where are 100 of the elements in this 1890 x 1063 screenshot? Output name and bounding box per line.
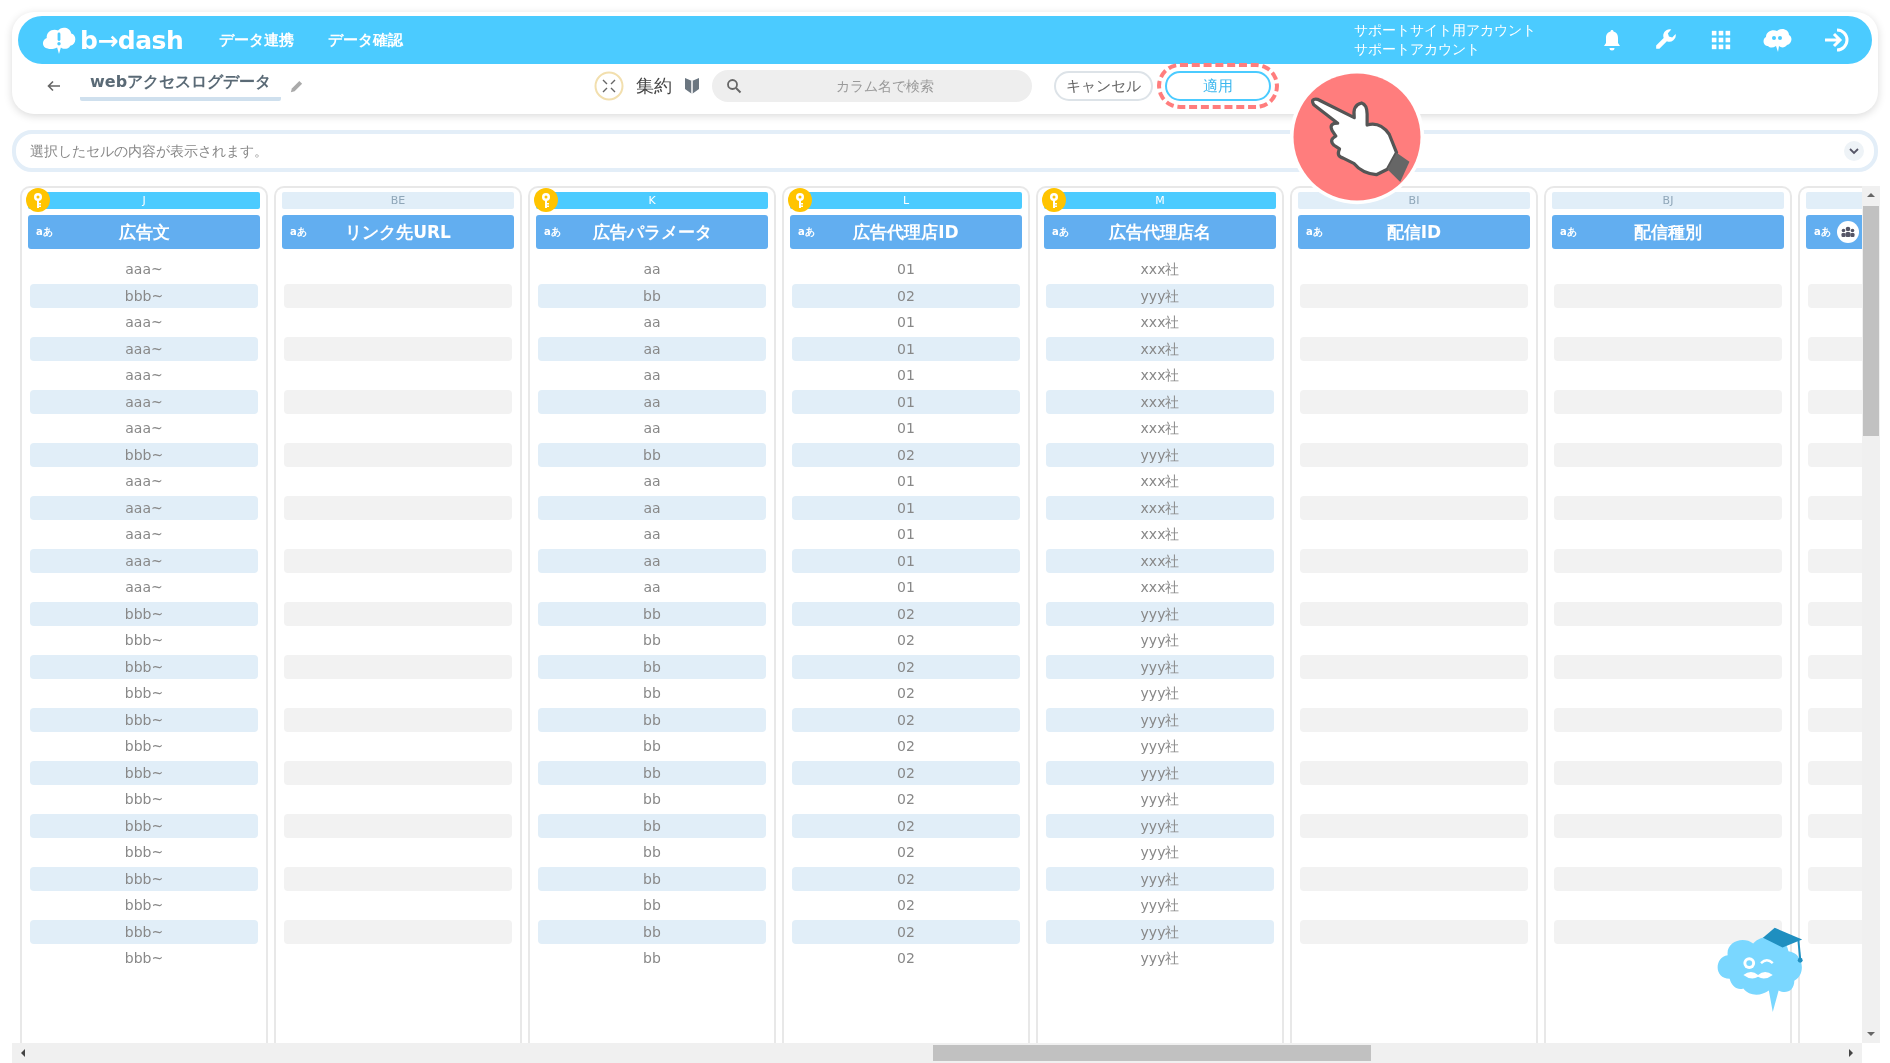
table-cell[interactable]: bbb~ xyxy=(30,601,258,626)
table-cell[interactable]: 02 xyxy=(792,866,1020,891)
table-cell[interactable]: bbb~ xyxy=(30,628,258,653)
table-cell[interactable]: yyy社 xyxy=(1046,681,1274,706)
table-cell[interactable]: 01 xyxy=(792,469,1020,494)
table-cell[interactable]: yyy社 xyxy=(1046,893,1274,918)
table-cell[interactable]: bb xyxy=(538,681,766,706)
table-cell[interactable]: aa xyxy=(538,548,766,573)
pencil-icon[interactable] xyxy=(289,78,305,94)
column-header[interactable]: aあ 広告代理店ID xyxy=(790,215,1022,249)
table-cell[interactable]: aaa~ xyxy=(30,495,258,520)
search-field[interactable]: カラム名で検索 xyxy=(712,70,1033,102)
table-cell[interactable]: 02 xyxy=(792,654,1020,679)
nav-link[interactable]: データ確認 xyxy=(328,30,404,50)
table-cell[interactable]: bbb~ xyxy=(30,866,258,891)
table-cell[interactable]: bbb~ xyxy=(30,840,258,865)
table-cell[interactable]: bbb~ xyxy=(30,760,258,785)
table-cell[interactable]: aa xyxy=(538,495,766,520)
table-cell[interactable]: bb xyxy=(538,893,766,918)
table-cell[interactable]: 02 xyxy=(792,760,1020,785)
table-cell[interactable]: bbb~ xyxy=(30,813,258,838)
table-cell[interactable]: bbb~ xyxy=(30,681,258,706)
table-cell[interactable]: aaa~ xyxy=(30,336,258,361)
table-cell[interactable]: 02 xyxy=(792,442,1020,467)
table-cell[interactable]: bb xyxy=(538,946,766,971)
table-cell[interactable]: bbb~ xyxy=(30,283,258,308)
nav-link[interactable]: データ連携 xyxy=(219,30,295,50)
table-cell[interactable]: aa xyxy=(538,575,766,600)
aggregate-label[interactable]: 集約 xyxy=(636,74,673,98)
table-cell[interactable]: bbb~ xyxy=(30,787,258,812)
table-cell[interactable]: aaa~ xyxy=(30,575,258,600)
table-cell[interactable]: aa xyxy=(538,469,766,494)
table-cell[interactable]: aa xyxy=(538,363,766,388)
table-cell[interactable]: aaa~ xyxy=(30,257,258,282)
scroll-up-icon[interactable] xyxy=(1866,190,1876,200)
table-cell[interactable]: xxx社 xyxy=(1046,469,1274,494)
table-cell[interactable]: xxx社 xyxy=(1046,522,1274,547)
table-cell[interactable]: xxx社 xyxy=(1046,336,1274,361)
table-cell[interactable]: 01 xyxy=(792,310,1020,335)
table-cell[interactable]: yyy社 xyxy=(1046,283,1274,308)
apps-grid-icon[interactable] xyxy=(1710,29,1732,51)
table-cell[interactable]: bb xyxy=(538,787,766,812)
table-cell[interactable]: xxx社 xyxy=(1046,495,1274,520)
column-letter-bar[interactable]: BJ xyxy=(1552,192,1784,209)
table-cell[interactable]: 02 xyxy=(792,707,1020,732)
scrollbar-thumb[interactable] xyxy=(1863,206,1879,436)
column-header[interactable]: aあ 広告代理店名 xyxy=(1044,215,1276,249)
table-cell[interactable]: 02 xyxy=(792,601,1020,626)
table-cell[interactable]: aaa~ xyxy=(30,363,258,388)
scroll-right-icon[interactable] xyxy=(1846,1048,1856,1059)
table-cell[interactable]: yyy社 xyxy=(1046,919,1274,944)
table-cell[interactable]: 01 xyxy=(792,257,1020,282)
table-cell[interactable]: 01 xyxy=(792,416,1020,441)
table-cell[interactable]: bb xyxy=(538,760,766,785)
data-title[interactable]: webアクセスログデータ xyxy=(80,71,282,101)
table-cell[interactable]: 02 xyxy=(792,919,1020,944)
table-cell[interactable]: yyy社 xyxy=(1046,760,1274,785)
table-cell[interactable]: aa xyxy=(538,336,766,361)
table-cell[interactable]: xxx社 xyxy=(1046,575,1274,600)
table-cell[interactable]: 02 xyxy=(792,893,1020,918)
table-cell[interactable]: bbb~ xyxy=(30,442,258,467)
cancel-button[interactable]: キャンセル xyxy=(1054,71,1154,101)
table-cell[interactable]: yyy社 xyxy=(1046,601,1274,626)
table-cell[interactable]: xxx社 xyxy=(1046,257,1274,282)
table-cell[interactable]: bb xyxy=(538,283,766,308)
column-header[interactable]: aあ リンク先URL xyxy=(282,215,514,249)
table-cell[interactable]: 02 xyxy=(792,283,1020,308)
table-cell[interactable]: bb xyxy=(538,813,766,838)
table-cell[interactable]: bb xyxy=(538,442,766,467)
table-cell[interactable]: 01 xyxy=(792,389,1020,414)
table-cell[interactable]: aaa~ xyxy=(30,522,258,547)
scrollbar-thumb[interactable] xyxy=(933,1045,1371,1062)
table-cell[interactable]: 02 xyxy=(792,628,1020,653)
table-cell[interactable]: aaa~ xyxy=(30,548,258,573)
table-cell[interactable]: bbb~ xyxy=(30,734,258,759)
table-cell[interactable]: aa xyxy=(538,522,766,547)
table-cell[interactable]: aaa~ xyxy=(30,469,258,494)
table-cell[interactable]: bb xyxy=(538,734,766,759)
table-cell[interactable]: aaa~ xyxy=(30,389,258,414)
collapse-icon[interactable] xyxy=(594,71,625,101)
table-cell[interactable]: bbb~ xyxy=(30,707,258,732)
table-cell[interactable]: bbb~ xyxy=(30,654,258,679)
table-cell[interactable]: bb xyxy=(538,919,766,944)
back-arrow-icon[interactable] xyxy=(46,78,62,94)
table-cell[interactable]: 01 xyxy=(792,575,1020,600)
empty-cell[interactable] xyxy=(1554,919,1782,944)
table-cell[interactable]: 01 xyxy=(792,363,1020,388)
table-cell[interactable]: xxx社 xyxy=(1046,548,1274,573)
table-cell[interactable]: xxx社 xyxy=(1046,310,1274,335)
table-cell[interactable]: bb xyxy=(538,628,766,653)
table-cell[interactable]: bb xyxy=(538,840,766,865)
table-cell[interactable]: xxx社 xyxy=(1046,363,1274,388)
column-header[interactable]: aあ 配信ID xyxy=(1298,215,1530,249)
column-header[interactable]: aあ 広告文 xyxy=(28,215,260,249)
table-cell[interactable]: yyy社 xyxy=(1046,734,1274,759)
column-header[interactable]: aあ 広告パラメータ xyxy=(536,215,768,249)
mascot-icon[interactable] xyxy=(1762,27,1792,53)
table-cell[interactable]: yyy社 xyxy=(1046,628,1274,653)
chevron-down-icon[interactable] xyxy=(1844,141,1864,161)
table-cell[interactable]: bb xyxy=(538,654,766,679)
